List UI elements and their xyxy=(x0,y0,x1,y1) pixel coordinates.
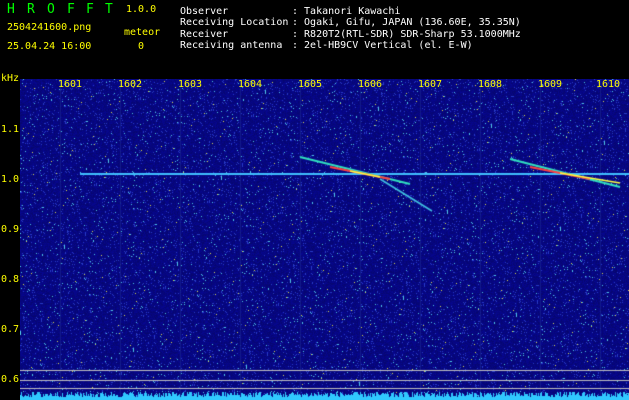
y-label-0-9: 0.9 xyxy=(1,224,20,235)
x-label-1608: 1608 xyxy=(478,79,503,90)
x-label-1602: 1602 xyxy=(118,79,143,90)
y-label-1-0: 1.0 xyxy=(1,174,20,185)
y-label-0-8: 0.8 xyxy=(1,274,20,285)
title-letter-o: O xyxy=(47,2,55,17)
location-label: Receiving Location xyxy=(180,17,289,28)
y-label-0-6: 0.6 xyxy=(1,374,20,385)
title-letter-r: R xyxy=(27,2,35,17)
title-letter-t: T xyxy=(105,2,113,17)
x-label-1603: 1603 xyxy=(178,79,203,90)
observer-label: Observer xyxy=(180,6,229,17)
receiver-label: Receiver xyxy=(180,29,229,40)
x-label-1606: 1606 xyxy=(358,79,383,90)
title-letter-h: H xyxy=(7,2,15,17)
receiver-value: : R820T2(RTL-SDR) SDR-Sharp 53.1000MHz xyxy=(292,29,521,40)
filename-label: 2504241600.png xyxy=(7,22,92,33)
meteor-label: meteor xyxy=(124,27,161,38)
title-letter-f1: F xyxy=(67,2,75,17)
x-label-1601: 1601 xyxy=(58,79,83,90)
spectrogram-plot xyxy=(20,79,629,400)
datetime-label: 25.04.24 16:00 xyxy=(7,41,92,52)
y-axis-unit: kHz xyxy=(1,73,20,84)
y-label-0-7: 0.7 xyxy=(1,324,20,335)
antenna-value: : 2el-HB9CV Vertical (el. E-W) xyxy=(292,40,473,51)
observer-value: : Takanori Kawachi xyxy=(292,6,401,17)
location-value: : Ogaki, Gifu, JAPAN (136.60E, 35.35N) xyxy=(292,17,521,28)
x-label-1605: 1605 xyxy=(298,79,323,90)
y-label-1-1: 1.1 xyxy=(1,124,20,135)
hrofft-spectrogram-window: H R O F F T 1.0.0 2504241600.png meteor … xyxy=(0,0,629,400)
version-label: 1.0.0 xyxy=(126,4,157,15)
antenna-label: Receiving antenna xyxy=(180,40,283,51)
title-letter-f2: F xyxy=(86,2,94,17)
x-label-1604: 1604 xyxy=(238,79,263,90)
meteor-count: 0 xyxy=(138,41,145,52)
x-label-1607: 1607 xyxy=(418,79,443,90)
x-label-1610: 1610 xyxy=(596,79,621,90)
x-label-1609: 1609 xyxy=(538,79,563,90)
